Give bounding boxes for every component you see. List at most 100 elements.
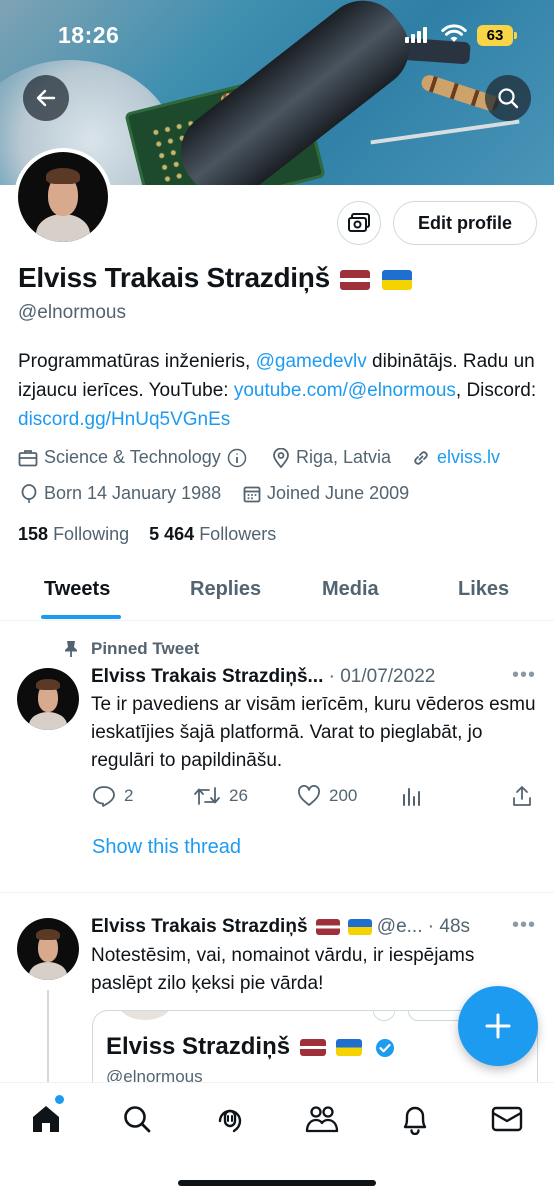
more-options-button[interactable]: ••• xyxy=(512,664,536,687)
retweet-count: 26 xyxy=(229,786,248,805)
pin-icon xyxy=(65,641,77,657)
profile-category: Science & Technology xyxy=(18,447,247,468)
latvia-flag-icon xyxy=(339,269,370,290)
profile-location: Riga, Latvia xyxy=(272,447,391,468)
people-icon xyxy=(305,1106,339,1133)
bio-text: Programmatūras inženieris, xyxy=(18,351,256,372)
tab-tweets[interactable]: Tweets xyxy=(44,578,110,601)
followers-link[interactable]: 5 464 Followers xyxy=(149,524,276,544)
more-options-button[interactable]: ••• xyxy=(512,914,536,937)
info-icon[interactable] xyxy=(227,448,247,468)
profile-name-text: Elviss Trakais Strazdiņš xyxy=(18,262,330,293)
latvia-flag-icon xyxy=(300,1039,327,1057)
following-link[interactable]: 158 Following xyxy=(18,524,129,544)
joined-text: Joined June 2009 xyxy=(267,483,410,503)
arrow-left-icon xyxy=(36,89,56,107)
tweet-author[interactable]: Elviss Trakais Strazdiņš... · 01/07/2022 xyxy=(91,666,435,688)
home-indicator[interactable] xyxy=(178,1180,376,1186)
tweet-author-name: Elviss Trakais Strazdiņš... xyxy=(91,666,324,687)
search-icon xyxy=(124,1106,151,1133)
retweet-button[interactable]: 26 xyxy=(193,785,248,807)
professional-tools-button[interactable] xyxy=(337,201,381,245)
tweet-text: Notestēsim, vai, nomainot vārdu, ir iesp… xyxy=(91,945,475,994)
profile-website[interactable]: elviss.lv xyxy=(411,447,500,468)
microphone-icon xyxy=(218,1109,242,1133)
youtube-link[interactable]: youtube.com/@elnormous xyxy=(234,380,456,401)
embedded-avatar xyxy=(115,1011,175,1023)
active-tab-indicator xyxy=(41,615,121,619)
ukraine-flag-icon xyxy=(336,1039,363,1057)
nav-communities[interactable] xyxy=(304,1101,340,1137)
profile-avatar[interactable] xyxy=(14,148,112,246)
embedded-name: Elviss Strazdiņš xyxy=(106,1033,395,1061)
nav-spaces[interactable] xyxy=(212,1101,248,1137)
tweet-avatar[interactable] xyxy=(17,668,79,730)
compose-tweet-button[interactable] xyxy=(458,986,538,1066)
link-icon xyxy=(414,450,428,465)
following-label: Following xyxy=(53,524,130,544)
cellular-signal-icon xyxy=(405,27,429,43)
search-icon xyxy=(498,88,519,109)
like-button[interactable]: 200 xyxy=(297,785,357,807)
wifi-icon xyxy=(441,24,467,42)
bell-icon xyxy=(403,1106,427,1135)
search-button[interactable] xyxy=(485,75,531,121)
edit-profile-button[interactable]: Edit profile xyxy=(393,201,537,245)
nav-home[interactable] xyxy=(28,1101,64,1137)
following-count: 158 xyxy=(18,524,49,544)
website-link[interactable]: elviss.lv xyxy=(437,447,500,468)
location-text: Riga, Latvia xyxy=(296,447,392,467)
discord-link[interactable]: discord.gg/HnUq5VGnEs xyxy=(18,409,230,430)
show-thread-link[interactable]: Show this thread xyxy=(92,836,241,859)
tab-replies[interactable]: Replies xyxy=(190,578,261,601)
tweet-date: · 01/07/2022 xyxy=(328,666,436,687)
profile-joined: Joined June 2009 xyxy=(243,483,409,504)
tweet-handle-time: @e... · 48s xyxy=(376,916,471,937)
ukraine-flag-icon xyxy=(381,269,412,290)
location-pin-icon xyxy=(273,447,289,468)
heart-icon xyxy=(298,785,320,806)
briefcase-icon xyxy=(18,449,38,466)
profile-name: Elviss Trakais Strazdiņš xyxy=(18,262,412,294)
pinned-label: Pinned Tweet xyxy=(91,639,200,658)
thread-line xyxy=(47,990,49,1090)
tab-media[interactable]: Media xyxy=(322,578,379,601)
latvia-flag-icon xyxy=(315,918,340,935)
followers-label: Followers xyxy=(199,524,277,544)
nav-messages[interactable] xyxy=(489,1101,525,1137)
profile-bio: Programmatūras inženieris, @gamedevlv di… xyxy=(18,347,543,434)
category-text: Science & Technology xyxy=(44,447,221,467)
money-icon xyxy=(348,213,370,232)
envelope-icon xyxy=(491,1106,523,1132)
profile-birthdate: Born 14 January 1988 xyxy=(20,483,221,504)
mention-link[interactable]: @gamedevlv xyxy=(256,351,367,372)
followers-count: 5 464 xyxy=(149,524,195,544)
tweet-divider xyxy=(0,892,554,893)
plus-icon xyxy=(485,1013,511,1039)
verified-badge-icon xyxy=(375,1038,394,1057)
nav-search[interactable] xyxy=(119,1101,155,1137)
views-button[interactable] xyxy=(401,785,423,807)
home-icon xyxy=(33,1106,59,1132)
share-icon xyxy=(513,786,531,806)
ukraine-flag-icon xyxy=(347,918,372,935)
balloon-icon xyxy=(21,483,37,503)
notification-dot xyxy=(55,1095,64,1104)
tab-likes[interactable]: Likes xyxy=(458,578,509,601)
nav-notifications[interactable] xyxy=(397,1101,433,1137)
back-button[interactable] xyxy=(23,75,69,121)
embedded-name-text: Elviss Strazdiņš xyxy=(106,1033,291,1060)
battery-indicator: 63 xyxy=(477,25,517,46)
status-time: 18:26 xyxy=(58,22,120,48)
like-count: 200 xyxy=(329,786,358,805)
birthdate-text: Born 14 January 1988 xyxy=(44,483,222,503)
reply-count: 2 xyxy=(124,786,134,805)
share-button[interactable] xyxy=(511,785,533,807)
tweet-text: Te ir pavediens ar visām ierīcēm, kuru v… xyxy=(91,694,536,771)
tweet-avatar[interactable] xyxy=(17,918,79,980)
follow-counts: 158 Following 5 464 Followers xyxy=(18,524,276,545)
tweet-author[interactable]: Elviss Trakais Strazdiņš @e... · 48s xyxy=(91,916,470,938)
bio-text: , Discord: xyxy=(455,380,537,401)
tweet-author-name: Elviss Trakais Strazdiņš xyxy=(91,916,308,937)
reply-button[interactable]: 2 xyxy=(92,785,133,807)
